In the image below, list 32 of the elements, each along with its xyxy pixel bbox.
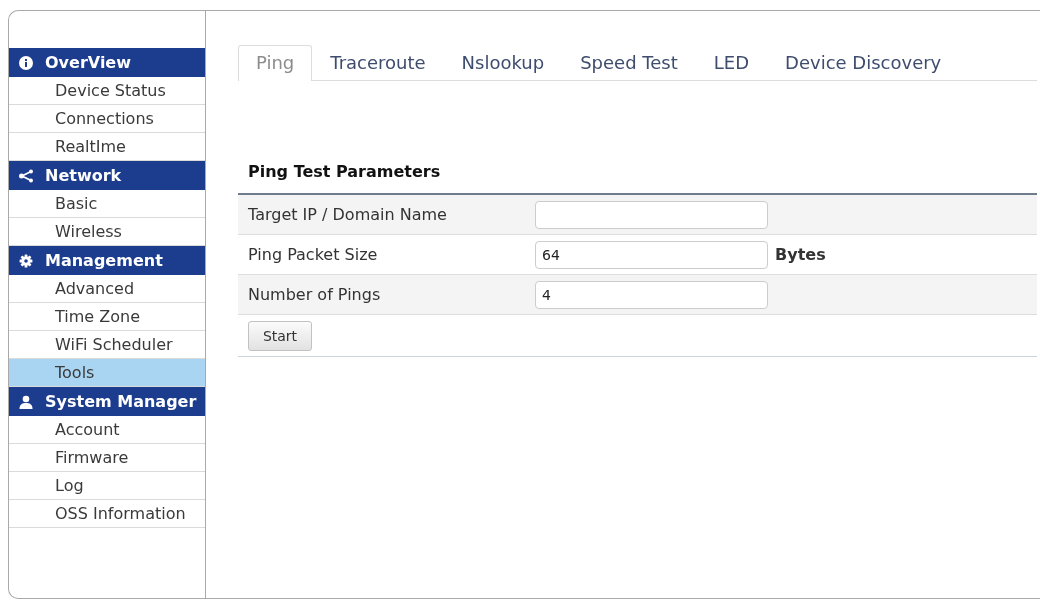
sidebar-item[interactable]: Device Status [9,77,205,105]
field-label: Ping Packet Size [248,245,378,264]
field-label: Number of Pings [248,285,381,304]
sidebar-item[interactable]: Account [9,416,205,444]
sidebar-item[interactable]: Tools [9,359,205,387]
sidebar-header[interactable]: Management [9,246,205,275]
tab[interactable]: Speed Test [562,45,696,81]
info-icon [19,55,33,70]
input-field[interactable]: 64 [535,240,768,269]
section-title: Ping Test Parameters [248,162,441,182]
sidebar-item[interactable]: Advanced [9,275,205,303]
field-label: Target IP / Domain Name [248,205,447,224]
tab[interactable]: LED [695,45,768,81]
tab[interactable]: Traceroute [312,45,444,81]
input-field[interactable] [535,200,768,229]
start-button[interactable]: Start [248,320,312,351]
sidebar-item[interactable]: OSS Information [9,500,205,528]
sidebar-item[interactable]: Firmware [9,444,205,472]
sidebar-item[interactable]: Log [9,472,205,500]
share-icon [19,168,33,183]
user-icon [19,394,33,409]
sidebar-header[interactable]: OverView [9,48,205,77]
tab[interactable]: Device Discovery [767,45,960,81]
sidebar-item[interactable]: Connections [9,105,205,133]
sidebar-item[interactable]: Basic [9,190,205,218]
sidebar-header[interactable]: System Manager [9,387,205,416]
sidebar-item[interactable]: Time Zone [9,303,205,331]
unit-label: Bytes [775,245,826,264]
gear-icon [19,253,33,268]
tab[interactable]: Nslookup [443,45,563,81]
input-field[interactable]: 4 [535,280,768,309]
sidebar-header[interactable]: Network [9,161,205,190]
